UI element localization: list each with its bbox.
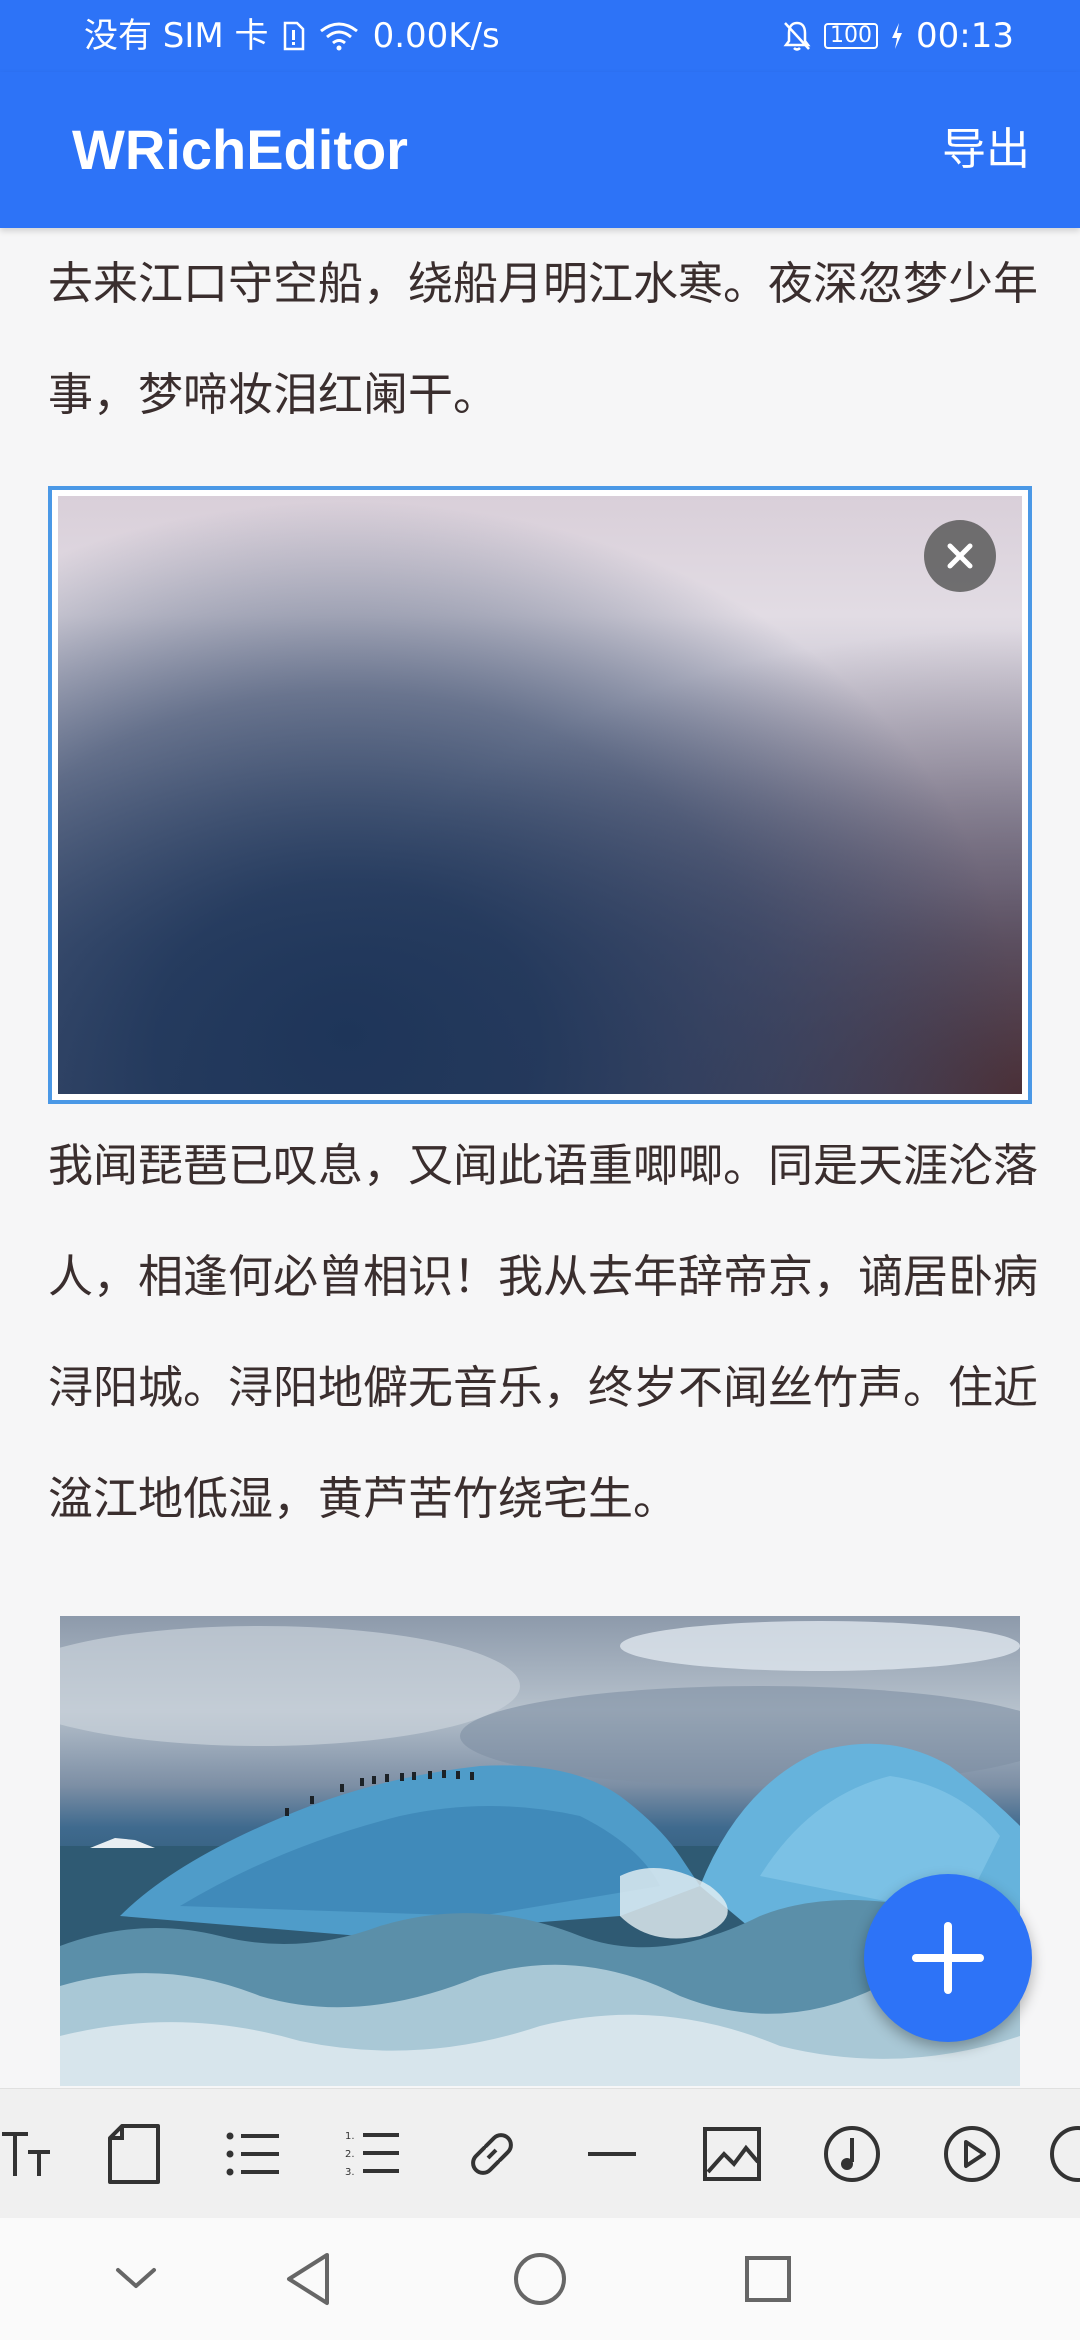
iceberg-image[interactable] bbox=[60, 1616, 1020, 2086]
text-size-button[interactable] bbox=[0, 2114, 66, 2194]
insert-image-button[interactable] bbox=[692, 2114, 772, 2194]
charging-icon bbox=[890, 22, 904, 50]
paragraph-text[interactable]: 去来江口守空船，绕船月明江水寒。夜深忽梦少年事，梦啼妆泪红阑干。 bbox=[48, 228, 1038, 450]
status-bar: 没有 SIM 卡 0.00K/s 100 00:13 bbox=[0, 0, 1080, 72]
recents-icon bbox=[745, 2256, 791, 2302]
svg-text:3.: 3. bbox=[345, 2167, 355, 2178]
divider-line-icon bbox=[588, 2152, 636, 2156]
remove-image-button[interactable] bbox=[924, 520, 996, 592]
carrier-text: 没有 SIM 卡 bbox=[84, 16, 269, 56]
sim-card-icon bbox=[283, 21, 305, 51]
home-button[interactable] bbox=[500, 2239, 580, 2319]
insert-music-button[interactable] bbox=[812, 2114, 892, 2194]
clock: 00:13 bbox=[916, 16, 1014, 56]
blurred-image[interactable] bbox=[58, 496, 1022, 1094]
link-button[interactable] bbox=[452, 2114, 532, 2194]
video-icon bbox=[944, 2126, 1000, 2182]
bullet-list-icon bbox=[226, 2132, 279, 2176]
divider-button[interactable] bbox=[572, 2114, 652, 2194]
add-content-button[interactable] bbox=[864, 1874, 1032, 2042]
collapse-icon bbox=[116, 2268, 156, 2288]
page-icon bbox=[108, 2124, 160, 2184]
plus-icon bbox=[912, 1922, 984, 1994]
bullet-list-button[interactable] bbox=[213, 2114, 293, 2194]
svg-text:1.: 1. bbox=[345, 2131, 355, 2142]
battery-icon: 100 bbox=[824, 23, 879, 49]
page-button[interactable] bbox=[94, 2114, 174, 2194]
recents-button[interactable] bbox=[728, 2239, 808, 2319]
svg-text:2.: 2. bbox=[345, 2149, 355, 2160]
more-tools-partial[interactable] bbox=[1048, 2114, 1080, 2194]
numbered-list-icon: 1. 2. 3. bbox=[345, 2131, 399, 2178]
status-left: 没有 SIM 卡 0.00K/s bbox=[84, 0, 500, 72]
more-tool-icon bbox=[1050, 2126, 1080, 2182]
insert-video-button[interactable] bbox=[932, 2114, 1012, 2194]
numbered-list-button[interactable]: 1. 2. 3. bbox=[333, 2114, 413, 2194]
network-speed: 0.00K/s bbox=[372, 16, 500, 56]
editor-content[interactable]: 去来江口守空船，绕船月明江水寒。夜深忽梦少年事，梦啼妆泪红阑干。 我闻琵琶已叹息… bbox=[0, 228, 1080, 2088]
app-bar: WRichEditor 导出 bbox=[0, 72, 1080, 228]
wifi-icon bbox=[319, 21, 359, 51]
screen: 没有 SIM 卡 0.00K/s 100 00:13 WRichEditor 导… bbox=[0, 0, 1080, 2340]
link-icon bbox=[471, 2133, 513, 2175]
music-icon bbox=[824, 2126, 880, 2182]
app-title: WRichEditor bbox=[72, 118, 408, 181]
bell-off-icon bbox=[782, 20, 812, 52]
back-button[interactable] bbox=[268, 2239, 348, 2319]
text-size-icon bbox=[2, 2132, 50, 2176]
battery-level: 100 bbox=[830, 23, 873, 48]
close-icon bbox=[947, 543, 973, 569]
collapse-button[interactable] bbox=[96, 2239, 176, 2319]
selected-image-frame[interactable] bbox=[48, 486, 1032, 1104]
home-icon bbox=[514, 2253, 566, 2305]
format-toolbar: 1. 2. 3. bbox=[0, 2088, 1080, 2219]
paragraph-text[interactable]: 我闻琵琶已叹息，又闻此语重唧唧。同是天涯沦落人，相逢何必曾相识！我从去年辞帝京，… bbox=[48, 1110, 1038, 1554]
image-icon bbox=[703, 2127, 761, 2181]
status-right: 100 00:13 bbox=[782, 0, 1014, 72]
export-button[interactable]: 导出 bbox=[942, 72, 1030, 228]
navigation-bar bbox=[0, 2218, 1080, 2340]
back-icon bbox=[287, 2253, 329, 2305]
